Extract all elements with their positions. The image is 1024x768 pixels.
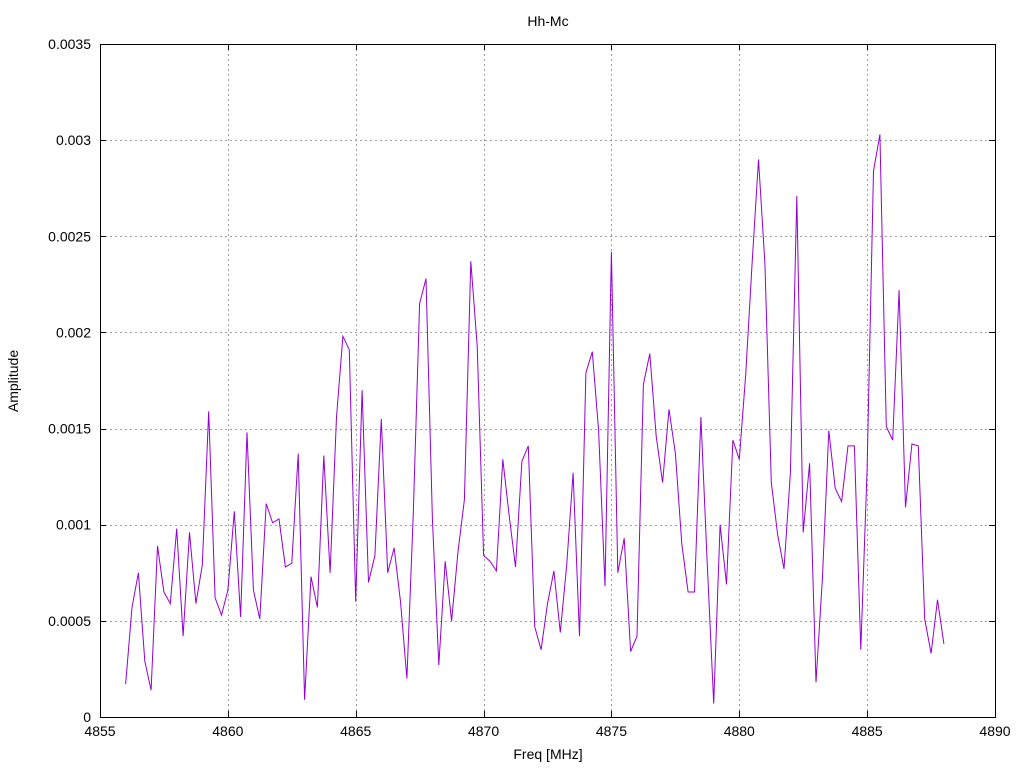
y-tick-label: 0.0005: [48, 613, 91, 629]
x-tick-label: 4865: [340, 723, 371, 739]
plot-frame: [100, 44, 996, 718]
x-tick-labels: 4855 4860 4865 4870 4875 4880 4885 4890: [84, 723, 1010, 739]
series-layer: [125, 134, 945, 704]
x-axis-label: Freq [MHz]: [513, 746, 582, 762]
chart-title: Hh-Mc: [527, 13, 568, 29]
x-tick-label: 4855: [84, 723, 115, 739]
x-tick-label: 4860: [212, 723, 243, 739]
chart-root: 4855 4860 4865 4870 4875 4880 4885 4890 0 0.0005…: [0, 0, 1024, 768]
line-chart: 4855 4860 4865 4870 4875 4880 4885 4890 0 0.0005…: [5, 13, 1011, 762]
tick-marks: [100, 44, 996, 718]
y-tick-label: 0.001: [56, 517, 91, 533]
y-tick-label: 0: [83, 709, 91, 725]
y-tick-label: 0.003: [56, 132, 91, 148]
y-tick-label: 0.0025: [48, 228, 91, 244]
grid-lines: [100, 44, 995, 717]
x-tick-label: 4885: [852, 723, 883, 739]
series-line: [125, 134, 945, 704]
y-tick-label: 0.0015: [48, 421, 91, 437]
x-tick-label: 4890: [979, 723, 1010, 739]
y-tick-labels: 0 0.0005 0.001 0.0015 0.002 0.0025 0.003 0.0035: [48, 36, 91, 725]
y-tick-label: 0.0035: [48, 36, 91, 52]
x-tick-label: 4875: [596, 723, 627, 739]
x-tick-label: 4880: [724, 723, 755, 739]
y-axis-label: Amplitude: [5, 350, 21, 412]
y-tick-label: 0.002: [56, 324, 91, 340]
x-tick-label: 4870: [468, 723, 499, 739]
